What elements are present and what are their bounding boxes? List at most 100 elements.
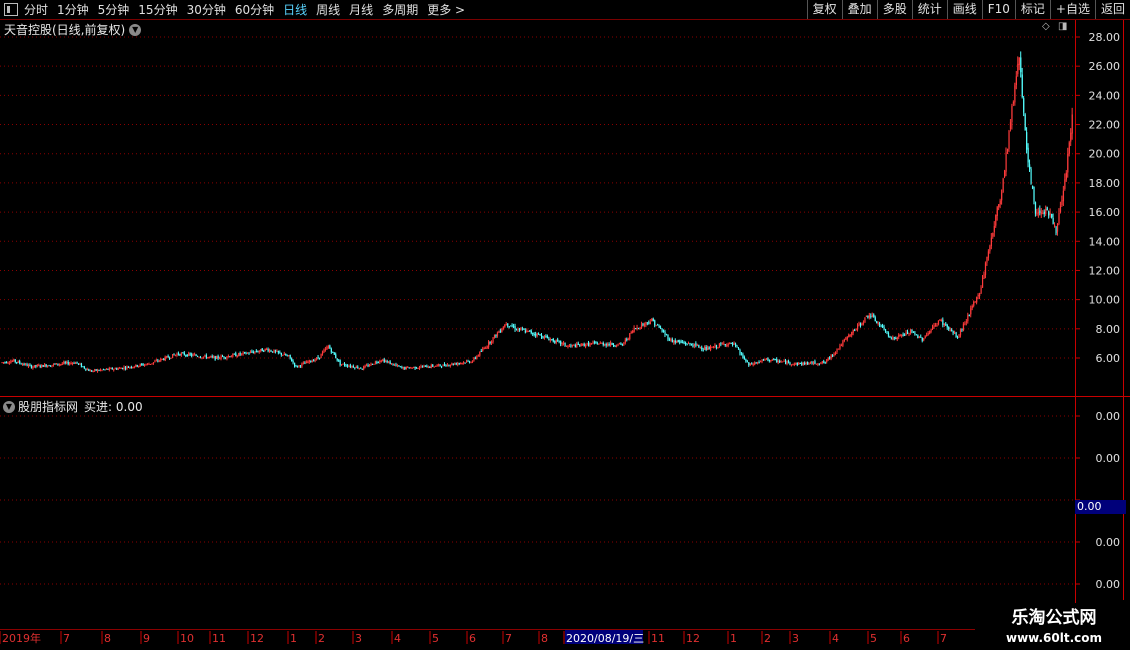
candle-body <box>1004 170 1006 178</box>
candle-body <box>1006 148 1009 152</box>
candle-body <box>376 362 378 364</box>
candle-body <box>761 359 763 362</box>
candle-body <box>480 351 482 353</box>
candle-body <box>737 348 740 350</box>
candle-body <box>511 325 513 327</box>
candle-body <box>811 362 813 364</box>
candle-body <box>615 345 618 347</box>
candle-body <box>176 353 178 356</box>
candle-body <box>904 334 906 336</box>
candle-body <box>708 347 710 350</box>
candle-body <box>768 359 771 361</box>
candle-body <box>101 369 103 371</box>
candle-body <box>542 336 544 339</box>
candle-body <box>423 365 425 368</box>
candle-body <box>39 365 41 367</box>
main-chart-title: 天音控股(日线,前复权) <box>4 23 126 37</box>
candle-body <box>679 341 681 343</box>
candle-body <box>373 363 375 365</box>
candle-body <box>724 344 726 346</box>
candle-body <box>545 336 547 338</box>
candle-body <box>163 359 165 361</box>
candle-body <box>492 337 494 343</box>
candle-body <box>207 357 209 359</box>
candle-body <box>723 343 725 345</box>
candle-body <box>981 278 984 288</box>
candle-body <box>580 343 582 347</box>
candle-body <box>924 336 926 339</box>
candle-body <box>704 347 706 350</box>
candle-body <box>954 332 956 334</box>
candle-body <box>523 328 525 330</box>
candle-body <box>717 347 719 349</box>
candle-body <box>884 329 887 332</box>
candle-body <box>538 333 540 335</box>
candle-body <box>82 366 84 368</box>
candle-body <box>767 358 769 361</box>
candle-body <box>1015 76 1017 86</box>
candle-body <box>69 363 71 365</box>
candle-body <box>977 294 979 297</box>
candle-body <box>282 355 284 357</box>
candle-body <box>1034 202 1037 214</box>
candle-body <box>630 331 632 333</box>
candle-body <box>589 343 591 346</box>
candle-body <box>740 353 743 355</box>
candle-body <box>195 354 197 356</box>
candle-body <box>172 354 174 358</box>
candle-body <box>1071 114 1073 134</box>
chart-canvas: 28.00 26.00 24.00 22.00 20.00 18.00 16.00 14.00… <box>0 20 1130 645</box>
candle-body <box>876 321 878 324</box>
candle-body <box>890 338 893 340</box>
candle-body <box>879 323 881 325</box>
chevron-down-icon[interactable]: ▼ <box>3 400 15 413</box>
candle-body <box>38 365 40 367</box>
candle-body <box>364 365 366 367</box>
candle-body <box>929 330 931 334</box>
candle-body <box>624 339 626 343</box>
chevron-down-icon[interactable]: ▼ <box>129 23 142 36</box>
candle-body <box>467 360 469 362</box>
candle-body <box>66 361 68 363</box>
candle-body <box>574 345 576 348</box>
candle-body <box>147 363 149 365</box>
candle-body <box>499 330 502 332</box>
candle-body <box>832 355 834 357</box>
candle-body <box>442 364 444 367</box>
candle-body <box>887 332 890 336</box>
candle-body <box>286 355 288 357</box>
candle-body <box>389 361 391 365</box>
candle-body <box>614 346 616 348</box>
candle-body <box>859 323 862 326</box>
candle-body <box>477 355 479 357</box>
candle-body <box>824 362 826 364</box>
candle-body <box>746 361 748 363</box>
candle-body <box>430 364 432 368</box>
candle-body <box>132 366 134 369</box>
candle-body <box>355 366 357 368</box>
candle-body <box>1029 164 1031 170</box>
candle-body <box>379 361 381 363</box>
candle-body <box>611 342 613 345</box>
candle-body <box>633 327 635 332</box>
candle-body <box>546 335 549 339</box>
main-y-tick-label: 24.00 <box>1089 89 1121 102</box>
candle-body <box>518 328 521 330</box>
main-y-tick-label: 20.00 <box>1089 148 1121 161</box>
candle-body <box>70 362 72 364</box>
candle-body <box>829 357 831 359</box>
candle-body <box>260 348 262 351</box>
panel-toggle-icon[interactable]: ◨ <box>1058 22 1068 32</box>
candle-body <box>8 362 11 364</box>
candle-body <box>726 345 728 347</box>
candle-body <box>527 330 529 332</box>
candle-body <box>1026 132 1028 150</box>
candle-body <box>951 329 953 332</box>
candle-body <box>254 351 256 353</box>
candle-body <box>593 341 596 343</box>
diamond-icon[interactable]: ◇ <box>1042 22 1052 32</box>
candle-body <box>815 363 818 365</box>
candle-body <box>873 314 875 317</box>
indicator-value: 买进: 0.00 <box>84 400 143 414</box>
candle-body <box>964 323 966 325</box>
